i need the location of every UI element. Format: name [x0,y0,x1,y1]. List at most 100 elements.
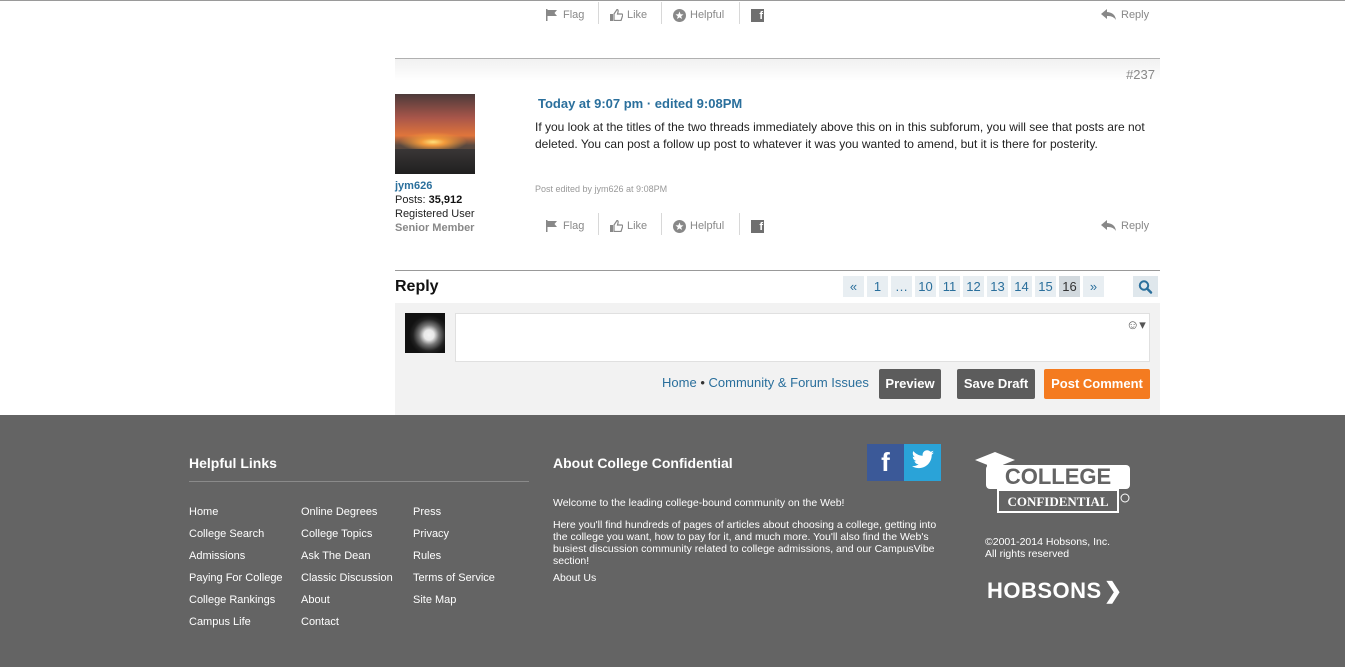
footer-link[interactable]: Contact [301,611,393,633]
prev-helpful-button[interactable]: Helpful [673,6,724,24]
author-avatar[interactable] [395,94,475,174]
site-footer: Helpful Links Home College Search Admiss… [0,415,1345,667]
prev-like-button[interactable]: Like [610,6,647,24]
post-edit-note: Post edited by jym626 at 9:08PM [535,184,668,194]
footer-link[interactable]: Online Degrees [301,501,393,523]
logo-text-confidential: CONFIDENTIAL [1007,494,1108,509]
footer-divider [189,481,529,482]
reply-arrow-icon [1101,220,1117,232]
footer-links-col1: Home College Search Admissions Paying Fo… [189,501,283,633]
page-button[interactable]: 12 [963,276,984,297]
page-button[interactable]: 14 [1011,276,1032,297]
logo-text-college: COLLEGE [1005,464,1111,489]
footer-link[interactable]: Privacy [413,523,495,545]
footer-link[interactable]: Terms of Service [413,567,495,589]
like-button[interactable]: Like [610,217,647,235]
about-intro: Welcome to the leading college-bound com… [553,497,845,509]
page-button[interactable]: 11 [939,276,960,297]
helpful-links-heading: Helpful Links [189,455,277,471]
twitter-button[interactable] [904,444,941,481]
facebook-icon: f [751,219,764,233]
footer-link[interactable]: Rules [413,545,495,567]
author-name[interactable]: jym626 [395,180,432,192]
post-number[interactable]: #237 [1100,67,1155,82]
facebook-share[interactable]: f [751,217,764,235]
page-button[interactable]: 13 [987,276,1008,297]
current-user-avatar[interactable] [405,313,445,353]
prev-facebook-share[interactable]: f [751,6,764,24]
post-actions: Flag Like Helpful f Reply [545,213,1150,237]
separator [739,2,740,24]
post-timestamp[interactable]: Today at 9:07 pm · edited 9:08PM [538,96,742,111]
footer-link[interactable]: College Rankings [189,589,283,611]
page-prev-button[interactable]: « [843,276,864,297]
breadcrumb: Home • Community & Forum Issues [662,375,869,390]
footer-links-col2: Online Degrees College Topics Ask The De… [301,501,393,633]
footer-link[interactable]: Ask The Dean [301,545,393,567]
preview-button[interactable]: Preview [879,369,941,399]
page-current[interactable]: 16 [1059,276,1080,297]
hobsons-logo[interactable]: HOBSONS❯ [987,578,1123,604]
top-border [0,0,1345,1]
about-us-link[interactable]: About Us [553,572,596,584]
separator [661,213,662,235]
facebook-button[interactable]: f [867,444,904,481]
post-body: If you look at the titles of the two thr… [535,120,1145,151]
reply-button[interactable]: Reply [1101,217,1149,235]
page-button[interactable]: 1 [867,276,888,297]
footer-link[interactable]: Classic Discussion [301,567,393,589]
prev-post-actions: Flag Like Helpful f Reply [545,2,1150,26]
post-comment-button[interactable]: Post Comment [1044,369,1150,399]
footer-link[interactable]: Home [189,501,283,523]
footer-link[interactable]: College Topics [301,523,393,545]
pagination: « 1 … 10 11 12 13 14 15 16 » [843,276,1104,297]
footer-links-col3: Press Privacy Rules Terms of Service Sit… [413,501,495,611]
flag-icon [545,220,559,232]
prev-flag-button[interactable]: Flag [545,6,584,24]
reply-textarea[interactable] [455,313,1150,362]
copyright: ©2001-2014 Hobsons, Inc. All rights rese… [985,536,1111,560]
footer-link[interactable]: College Search [189,523,283,545]
breadcrumb-home[interactable]: Home [662,375,697,390]
breadcrumb-separator: • [700,375,705,390]
separator [739,213,740,235]
breadcrumb-category[interactable]: Community & Forum Issues [709,375,869,390]
separator [598,2,599,24]
post-header-shade [395,59,1160,81]
thumbs-up-icon [610,220,623,232]
footer-link[interactable]: Admissions [189,545,283,567]
page-button[interactable]: 15 [1035,276,1056,297]
thread-search-button[interactable] [1133,276,1158,297]
helpful-star-icon [673,8,686,22]
page-button[interactable]: 10 [915,276,936,297]
separator [598,213,599,235]
footer-link[interactable]: Campus Life [189,611,283,633]
helpful-star-icon [673,219,686,233]
page-ellipsis: … [891,276,912,297]
about-text: Here you'll find hundreds of pages of ar… [553,519,937,567]
prev-reply-button[interactable]: Reply [1101,6,1149,24]
facebook-icon: f [881,447,890,477]
author-rank: Senior Member [395,222,475,234]
college-confidential-logo[interactable]: COLLEGE CONFIDENTIAL [973,450,1133,520]
author-role: Registered User [395,208,475,220]
thumbs-up-icon [610,9,623,21]
reply-heading: Reply [395,278,439,295]
flag-button[interactable]: Flag [545,217,584,235]
footer-link[interactable]: Paying For College [189,567,283,589]
separator [661,2,662,24]
about-heading: About College Confidential [553,455,733,471]
page-next-button[interactable]: » [1083,276,1104,297]
search-icon [1133,280,1158,301]
reply-divider [395,270,1160,271]
footer-link[interactable]: About [301,589,393,611]
save-draft-button[interactable]: Save Draft [957,369,1035,399]
flag-icon [545,9,559,21]
helpful-button[interactable]: Helpful [673,217,724,235]
reply-arrow-icon [1101,9,1117,21]
emoji-picker-icon[interactable]: ☺▾ [1126,317,1146,333]
footer-link[interactable]: Press [413,501,495,523]
twitter-icon [911,450,935,475]
author-post-count: Posts: 35,912 [395,194,463,206]
footer-link[interactable]: Site Map [413,589,495,611]
